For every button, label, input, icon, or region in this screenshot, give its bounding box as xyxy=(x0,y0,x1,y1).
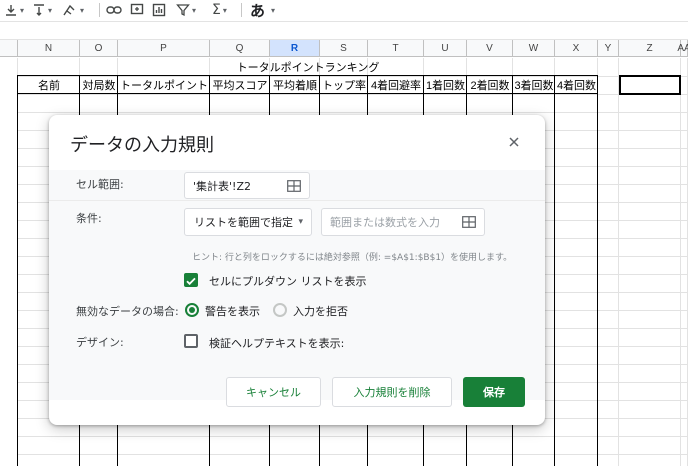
select-range-icon[interactable] xyxy=(462,216,476,228)
criteria-label: 条件: xyxy=(76,212,102,225)
invalid-reject-radio[interactable] xyxy=(273,303,287,317)
invalid-warn-radio[interactable] xyxy=(185,303,199,317)
save-button[interactable]: 保存 xyxy=(463,377,525,407)
show-dropdown-label: セルにプルダウン リストを表示 xyxy=(209,275,367,288)
checkmark-icon xyxy=(186,277,196,286)
cancel-button[interactable]: キャンセル xyxy=(226,377,321,407)
cell-range-value: '集計表'!Z2 xyxy=(193,179,251,193)
help-text-checkbox[interactable] xyxy=(184,334,198,348)
close-icon[interactable] xyxy=(507,135,521,149)
range-formula-input[interactable]: 範囲または数式を入力 xyxy=(321,208,485,236)
dialog-overlay: データの入力規則 セル範囲: '集計表'!Z2 条件: リストを範囲で指定 ▾ … xyxy=(0,0,688,466)
help-text-label: 検証ヘルプテキストを表示: xyxy=(209,337,345,350)
show-dropdown-checkbox[interactable] xyxy=(184,273,198,287)
dialog-title: データの入力規則 xyxy=(70,135,214,156)
cell-range-input[interactable]: '集計表'!Z2 xyxy=(184,172,310,199)
appearance-label: デザイン: xyxy=(76,336,124,349)
criteria-type-dropdown[interactable]: リストを範囲で指定 ▾ xyxy=(184,208,312,236)
hint-text: ヒント: 行と列をロックするには絶対参照（例: =$A$1:$B$1）を使用しま… xyxy=(192,253,513,263)
range-formula-placeholder: 範囲または数式を入力 xyxy=(330,216,440,229)
section-divider xyxy=(49,200,545,201)
cell-range-label: セル範囲: xyxy=(76,178,124,191)
select-range-icon[interactable] xyxy=(287,179,301,192)
data-validation-dialog: データの入力規則 セル範囲: '集計表'!Z2 条件: リストを範囲で指定 ▾ … xyxy=(49,115,545,425)
criteria-type-value: リストを範囲で指定 xyxy=(194,216,293,229)
invalid-reject-label: 入力を拒否 xyxy=(293,305,348,318)
chevron-down-icon: ▾ xyxy=(298,217,303,227)
invalid-data-label: 無効なデータの場合: xyxy=(76,305,179,318)
remove-validation-button[interactable]: 入力規則を削除 xyxy=(332,377,452,407)
invalid-warn-label: 警告を表示 xyxy=(205,305,260,318)
